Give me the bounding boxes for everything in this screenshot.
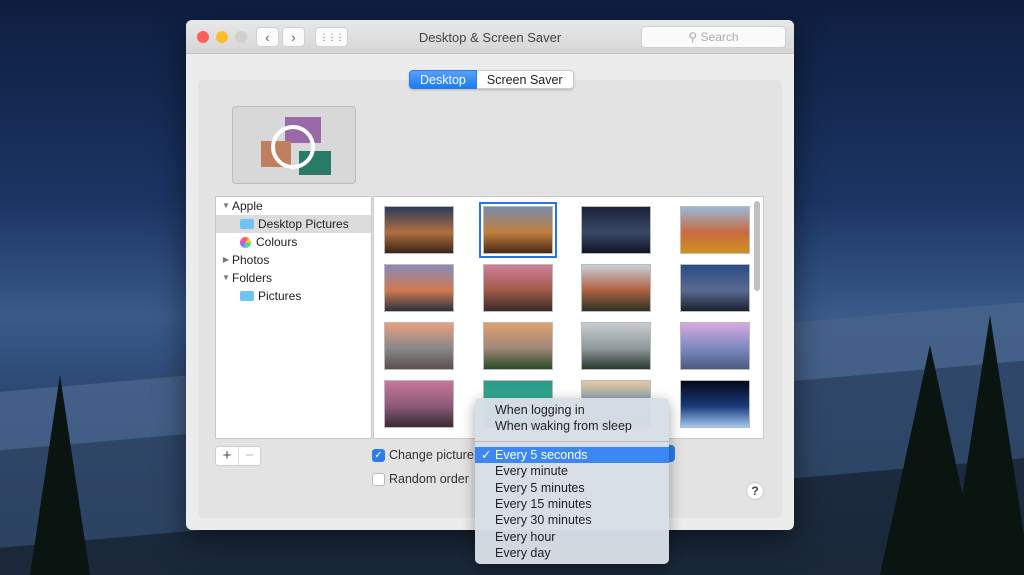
tab-screen-saver[interactable]: Screen Saver — [476, 70, 574, 89]
menu-item-label: Every 5 seconds — [495, 447, 588, 462]
folder-icon — [240, 291, 254, 301]
menu-item-label: Every minute — [495, 464, 568, 479]
wallpaper-thumbnail-yosemite-3[interactable] — [581, 322, 651, 370]
color-wheel-icon — [240, 236, 251, 248]
menu-item[interactable]: Every day — [475, 545, 669, 561]
random-order-checkbox[interactable] — [372, 473, 385, 486]
source-item-photos[interactable]: ▶ Photos — [216, 251, 371, 269]
source-item-label: Photos — [232, 253, 270, 267]
wallpaper-thumbnail-sierra[interactable] — [384, 264, 454, 312]
random-order-label: Random order — [389, 472, 469, 486]
source-item-desktop-pictures[interactable]: Desktop Pictures — [216, 215, 371, 233]
remove-folder-button[interactable]: − — [238, 447, 260, 465]
menu-item[interactable]: When logging in — [475, 402, 669, 418]
menu-item[interactable]: ✓ Every 5 seconds — [475, 446, 669, 464]
wallpaper-thumbnail-mojave-day[interactable] — [478, 202, 557, 258]
title-bar: ‹ › ⋮⋮⋮ Desktop & Screen Saver ⚲ Search — [186, 20, 794, 54]
help-button[interactable]: ? — [746, 482, 764, 500]
interval-dropdown-menu: When logging in When waking from sleep ✓ Ev… — [475, 398, 669, 564]
wallpaper-thumbnail-el-capitan-2[interactable] — [679, 264, 750, 312]
search-icon: ⚲ — [688, 30, 701, 44]
source-item-label: Folders — [232, 271, 273, 285]
menu-item[interactable]: Every 5 minutes — [475, 480, 669, 496]
wallpaper-thumbnail-earth-horizon[interactable] — [679, 380, 750, 428]
current-desktop-preview — [232, 106, 356, 184]
disclosure-collapsed-icon[interactable]: ▶ — [220, 251, 232, 269]
change-picture-label: Change picture: — [389, 448, 478, 462]
wallpaper-thumbnail-sierra-2[interactable] — [482, 264, 553, 312]
source-item-label: Apple — [232, 199, 263, 213]
rotating-pictures-icon — [261, 117, 331, 175]
menu-item-label: Every day — [495, 546, 551, 561]
source-list: ▼ Apple Desktop Pictures Colours ▶ Photos ▼ Fol… — [215, 196, 372, 439]
tree-silhouette — [30, 375, 90, 575]
source-item-label: Colours — [256, 235, 298, 249]
wallpaper-thumbnail-mojave-dynamic[interactable] — [384, 206, 454, 254]
tree-silhouette — [950, 315, 1024, 575]
search-placeholder: Search — [700, 30, 739, 44]
menu-item[interactable]: Every hour — [475, 529, 669, 545]
menu-item[interactable]: Every 15 minutes — [475, 496, 669, 512]
menu-item[interactable]: Every minute — [475, 463, 669, 479]
menu-item[interactable]: Every 30 minutes — [475, 512, 669, 528]
scrollbar[interactable] — [754, 201, 760, 291]
wallpaper-thumbnail-el-capitan[interactable] — [581, 264, 651, 312]
disclosure-expanded-icon[interactable]: ▼ — [220, 269, 232, 287]
tab-desktop[interactable]: Desktop — [409, 70, 477, 89]
menu-item[interactable]: When waking from sleep — [475, 418, 669, 434]
disclosure-expanded-icon[interactable]: ▼ — [220, 197, 232, 215]
source-item-colours[interactable]: Colours — [216, 233, 371, 251]
menu-item-label: Every hour — [495, 529, 556, 544]
wallpaper-thumbnail-yosemite[interactable] — [384, 322, 454, 370]
folder-icon — [240, 219, 254, 229]
add-remove-buttons: + − — [215, 446, 261, 466]
source-item-pictures[interactable]: Pictures — [216, 287, 371, 305]
menu-item-label: Every 5 minutes — [495, 480, 585, 495]
wallpaper-thumbnail-mojave-night[interactable] — [581, 206, 651, 254]
search-input[interactable]: ⚲ Search — [641, 26, 786, 48]
menu-item-label: Every 15 minutes — [495, 496, 592, 511]
menu-item-label: Every 30 minutes — [495, 513, 592, 528]
change-picture-checkbox[interactable]: ✓ — [372, 449, 385, 462]
menu-separator — [475, 440, 669, 442]
tab-bar: Desktop Screen Saver — [409, 70, 574, 89]
wallpaper-thumbnail-yosemite-2[interactable] — [482, 322, 553, 370]
source-item-folders[interactable]: ▼ Folders — [216, 269, 371, 287]
source-item-label: Pictures — [258, 289, 302, 303]
add-folder-button[interactable]: + — [216, 447, 238, 465]
source-item-apple[interactable]: ▼ Apple — [216, 197, 371, 215]
source-item-label: Desktop Pictures — [258, 217, 349, 231]
wallpaper-thumbnail-yosemite-4[interactable] — [679, 322, 750, 370]
wallpaper-thumbnail-high-sierra[interactable] — [679, 206, 750, 254]
checkmark-icon: ✓ — [481, 447, 492, 462]
wallpaper-thumbnail-yosemite-5[interactable] — [384, 380, 454, 428]
